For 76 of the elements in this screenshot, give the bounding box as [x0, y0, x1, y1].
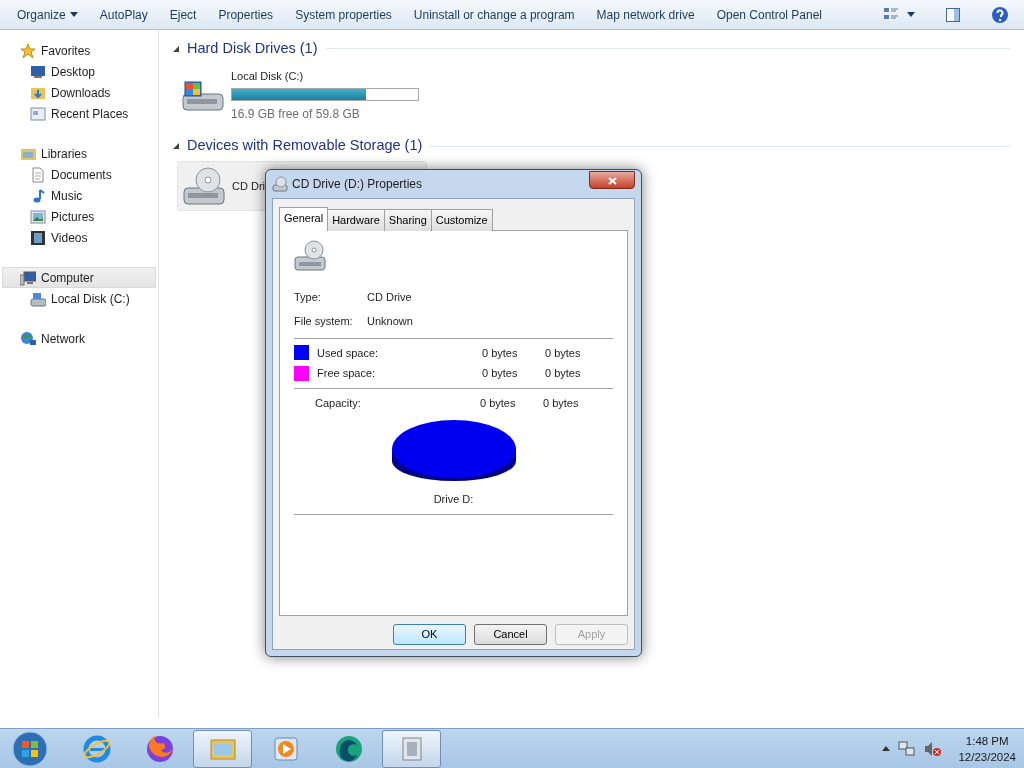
dialog-title: CD Drive (D:) Properties — [292, 176, 423, 193]
space-label: Used space: — [317, 345, 380, 361]
chevron-up-icon[interactable] — [882, 746, 891, 751]
sidebar-item[interactable]: Downloads — [0, 82, 158, 103]
help-icon — [991, 5, 1009, 24]
sidebar-item[interactable]: Network — [0, 328, 158, 349]
muted-speaker-icon[interactable] — [924, 740, 943, 757]
dialog-button[interactable]: OK — [393, 623, 466, 645]
capacity-label: Capacity: — [315, 395, 362, 411]
group-heading[interactable]: Hard Disk Drives (1) — [187, 38, 318, 60]
sidebar-item[interactable]: Libraries — [0, 143, 158, 164]
sidebar-item[interactable]: Videos — [0, 227, 158, 248]
sidebar-item[interactable]: Music — [0, 185, 158, 206]
sidebar-item[interactable]: Local Disk (C:) — [0, 288, 158, 309]
space-bytes: 0 bytes — [482, 345, 519, 361]
toolbar-button[interactable]: System properties — [288, 2, 399, 27]
toolbar-button[interactable]: Properties — [211, 2, 281, 27]
collapse-arrow-icon[interactable] — [173, 45, 179, 52]
caret-icon — [907, 12, 915, 17]
network-icon — [20, 330, 36, 347]
drive-icon — [30, 290, 46, 307]
space-bytes: 0 bytes — [482, 366, 519, 381]
monitor-icon — [30, 63, 46, 80]
close-icon — [607, 176, 617, 185]
group-heading[interactable]: Devices with Removable Storage (1) — [187, 135, 423, 157]
space-size: 0 bytes — [545, 345, 581, 361]
tab[interactable]: Sharing — [383, 209, 432, 231]
window-icon — [30, 105, 46, 122]
close-button[interactable] — [589, 171, 635, 189]
dialog-button[interactable]: Cancel — [474, 623, 547, 645]
caret-icon — [69, 12, 78, 17]
property-label: File system: — [294, 314, 354, 329]
sidebar-item[interactable]: Favorites — [0, 40, 158, 61]
pane-icon — [945, 7, 961, 24]
sidebar-item[interactable]: Recent Places — [0, 103, 158, 124]
space-label: Free space: — [317, 366, 377, 381]
toolbar-button[interactable]: Organize — [10, 2, 85, 27]
taskbar-button[interactable] — [382, 729, 441, 768]
tab[interactable]: Customize — [430, 209, 493, 231]
toolbar-button[interactable]: Uninstall or change a program — [406, 2, 582, 27]
collapse-arrow-icon[interactable] — [173, 143, 179, 150]
clock[interactable]: 1:48 PM 12/23/2024 — [958, 732, 1016, 765]
property-label: Type: — [294, 289, 322, 305]
picture-icon — [30, 208, 46, 225]
start-orb-icon — [11, 730, 48, 767]
taskbar-button[interactable] — [193, 729, 252, 768]
tab[interactable]: Hardware — [327, 209, 385, 231]
sidebar-item[interactable]: Desktop — [0, 61, 158, 82]
capacity-bytes: 0 bytes — [480, 395, 517, 411]
sidebar-item[interactable]: Documents — [0, 164, 158, 185]
fox-globe-icon — [144, 733, 175, 764]
toolbar-button[interactable]: Eject — [162, 2, 204, 27]
tab[interactable]: General — [279, 207, 329, 231]
toolbar-button[interactable]: Map network drive — [589, 2, 702, 27]
toolbar-button[interactable]: AutoPlay — [92, 2, 155, 27]
toolbar-button[interactable]: Open Control Panel — [709, 2, 830, 27]
property-value: Unknown — [367, 314, 413, 329]
drive-name: Local Disk (C:) — [231, 68, 305, 84]
clock-date: 12/23/2024 — [958, 749, 1016, 765]
property-value: CD Drive — [367, 289, 412, 305]
capacity-size: 0 bytes — [543, 395, 579, 411]
drive-label: Drive D: — [433, 492, 474, 507]
browser-e-icon — [81, 733, 112, 764]
document-icon — [30, 166, 46, 183]
sidebar-item[interactable]: Computer — [2, 267, 156, 288]
drive-free-space: 16.9 GB free of 59.8 GB — [231, 106, 361, 124]
space-size: 0 bytes — [545, 366, 581, 381]
swirl-icon — [333, 733, 364, 764]
film-icon — [30, 229, 46, 246]
star-icon — [20, 42, 36, 59]
sidebar-item[interactable]: Pictures — [0, 206, 158, 227]
drive-name: CD Dri — [232, 178, 265, 194]
computer-icon — [20, 269, 36, 286]
network-icon[interactable] — [898, 740, 917, 757]
drive-tile[interactable]: Local Disk (C:) 16.9 GB free of 59.8 GB — [177, 63, 427, 128]
clock-time: 1:48 PM — [964, 733, 1010, 749]
